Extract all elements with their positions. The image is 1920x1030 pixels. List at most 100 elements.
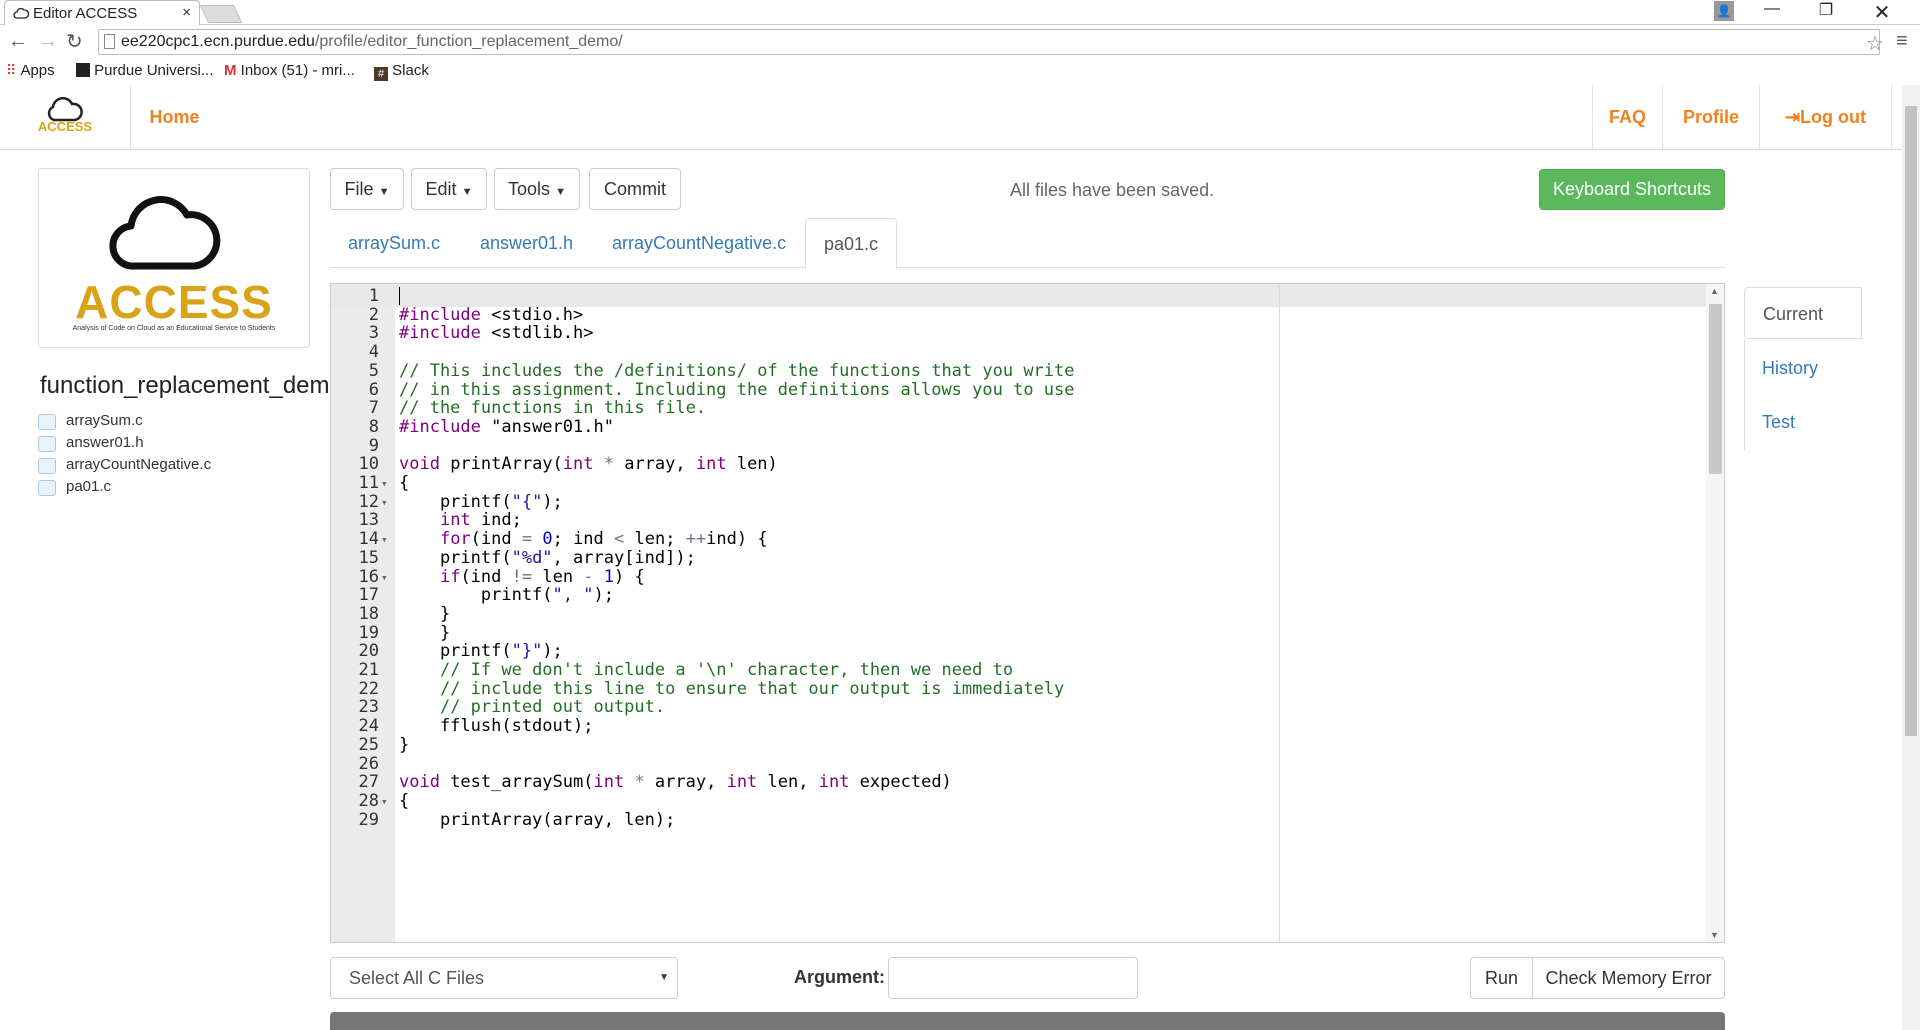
line-number: 29 [358, 809, 379, 830]
cloud-logo-icon [109, 196, 221, 270]
file-name: pa01.c [66, 478, 112, 495]
tab-history[interactable]: History [1744, 342, 1818, 394]
navbar-logo-text: ACCESS [37, 119, 93, 134]
site-navbar: ACCESS Home FAQ Profile ⇥Log out [0, 85, 1902, 150]
tab-answer01[interactable]: answer01.h [462, 218, 591, 268]
browser-tab[interactable]: Editor ACCESS × [4, 0, 200, 25]
reload-icon[interactable]: ↻ [66, 29, 83, 54]
user-profile-icon[interactable]: 👤 [1714, 1, 1734, 21]
run-button[interactable]: Run [1470, 957, 1533, 999]
gmail-icon: M [224, 62, 237, 79]
line-text: printArray(array, len); [399, 809, 676, 830]
file-select-dropdown[interactable]: Select All C Files ▼ [330, 957, 678, 999]
bookmark-label: Inbox (51) - mri... [240, 62, 355, 79]
slack-icon: # [374, 67, 388, 81]
navbar-brand[interactable]: ACCESS [0, 85, 130, 150]
new-tab-button[interactable] [199, 5, 243, 23]
tab-arraycountnegative[interactable]: arrayCountNegative.c [594, 218, 804, 268]
tools-menu-label: Tools [508, 179, 551, 199]
code-file-icon [38, 458, 56, 474]
fold-toggle-icon[interactable]: ▾ [381, 790, 388, 813]
browser-tab-strip: Editor ACCESS × 👤 — ❐ ✕ [0, 0, 1920, 25]
print-margin [1279, 284, 1280, 942]
argument-label: Argument: [794, 967, 885, 987]
purdue-icon [76, 63, 90, 77]
minimize-icon[interactable]: — [1752, 0, 1792, 25]
file-tree-item[interactable]: answer01.h [38, 434, 211, 456]
fold-toggle-icon[interactable]: ▾ [381, 566, 388, 589]
back-icon[interactable]: ← [8, 30, 28, 53]
tab-pa01[interactable]: pa01.c [805, 218, 898, 269]
commit-button[interactable]: Commit [589, 168, 681, 210]
fold-toggle-icon[interactable]: ▾ [381, 528, 388, 551]
scroll-down-icon[interactable]: ▼ [1710, 930, 1719, 940]
logout-icon: ⇥ [1784, 107, 1801, 127]
line-text: void test_arraySum(int * array, int len,… [399, 772, 952, 793]
argument-input[interactable] [888, 957, 1138, 999]
side-tabs-divider [1861, 287, 1862, 339]
logo-wordmark: ACCESS [75, 276, 273, 328]
save-status: All files have been saved. [1010, 180, 1215, 200]
text-cursor [399, 287, 400, 305]
tab-current[interactable]: Current [1744, 287, 1862, 339]
file-name: answer01.h [66, 434, 144, 451]
edit-menu-button[interactable]: Edit ▼ [411, 168, 487, 210]
fold-toggle-icon[interactable]: ▾ [381, 491, 388, 514]
access-logo-panel: ACCESS Analysis of Code on Cloud as an E… [38, 168, 310, 348]
forward-icon[interactable]: → [38, 30, 58, 53]
line-text: #include <stdlib.h> [399, 323, 594, 344]
code-file-icon [38, 436, 56, 452]
bookmark-purdue[interactable]: Purdue Universi... [76, 62, 213, 79]
close-tab-icon[interactable]: × [182, 4, 191, 21]
file-menu-label: File [344, 179, 374, 199]
scroll-up-icon[interactable]: ▲ [1710, 286, 1719, 296]
nav-home-link[interactable]: Home [130, 85, 218, 150]
code-file-icon [38, 414, 56, 430]
nav-profile-link[interactable]: Profile [1662, 85, 1759, 150]
url-host: ee220cpc1.ecn.purdue.edu [121, 33, 315, 50]
keyboard-shortcuts-button[interactable]: Keyboard Shortcuts [1539, 169, 1725, 210]
caret-down-icon: ▼ [378, 186, 390, 198]
file-tabs: arraySum.c answer01.h arrayCountNegative… [330, 218, 1725, 269]
editor-scrollbar-thumb[interactable] [1709, 304, 1722, 474]
bookmarks-bar: ⠿ Apps Purdue Universi... M Inbox (51) -… [0, 59, 1920, 84]
caret-down-icon: ▼ [461, 186, 473, 198]
close-window-icon[interactable]: ✕ [1862, 0, 1902, 25]
url-path: /profile/editor_function_replacement_dem… [314, 33, 623, 50]
browser-tab-title: Editor ACCESS [33, 5, 138, 22]
menu-icon[interactable]: ≡ [1896, 30, 1908, 53]
file-tree-item[interactable]: arraySum.c [38, 412, 211, 434]
line-text: #include "answer01.h" [399, 416, 614, 437]
nav-faq-link[interactable]: FAQ [1592, 85, 1662, 150]
logo-tagline: Analysis of Code on Cloud as an Educatio… [72, 325, 276, 332]
bookmark-label: Purdue Universi... [94, 62, 214, 79]
bookmark-label: Slack [392, 62, 429, 79]
file-menu-button[interactable]: File ▼ [330, 168, 404, 210]
file-name: arrayCountNegative.c [66, 456, 212, 473]
line-text: fflush(stdout); [399, 716, 594, 737]
project-file-list: arraySum.c answer01.h arrayCountNegative… [38, 412, 211, 500]
logout-label: Log out [1800, 107, 1867, 127]
edit-menu-label: Edit [425, 179, 457, 199]
code-editor[interactable]: 1 2 #include <stdio.h> 3 #include <stdlib.h>… [330, 283, 1725, 943]
page-scrollbar-thumb[interactable] [1905, 106, 1917, 736]
nav-logout-link[interactable]: ⇥Log out [1759, 85, 1892, 150]
bookmark-star-icon[interactable]: ☆ [1866, 31, 1884, 56]
caret-down-icon: ▼ [555, 186, 566, 198]
chevron-down-icon: ▼ [659, 972, 669, 983]
check-memory-error-button[interactable]: Check Memory Error [1532, 957, 1725, 999]
file-tree-item[interactable]: pa01.c [38, 478, 211, 500]
bookmark-label: Apps [20, 62, 55, 79]
file-name: arraySum.c [66, 412, 143, 429]
bookmark-apps[interactable]: ⠿ Apps [6, 62, 55, 79]
address-bar[interactable]: ee220cpc1.ecn.purdue.edu/profile/editor_… [98, 29, 1880, 55]
bookmark-slack[interactable]: # Slack [374, 62, 429, 81]
line-text: void printArray(int * array, int len) [399, 454, 778, 475]
tools-menu-button[interactable]: Tools ▼ [494, 168, 580, 210]
restore-icon[interactable]: ❐ [1806, 0, 1846, 25]
tab-arraysum[interactable]: arraySum.c [330, 218, 458, 268]
file-tree-item[interactable]: arrayCountNegative.c [38, 456, 211, 478]
bookmark-inbox[interactable]: M Inbox (51) - mri... [224, 62, 355, 79]
tab-test[interactable]: Test [1744, 396, 1795, 448]
apps-grid-icon: ⠿ [6, 62, 17, 78]
